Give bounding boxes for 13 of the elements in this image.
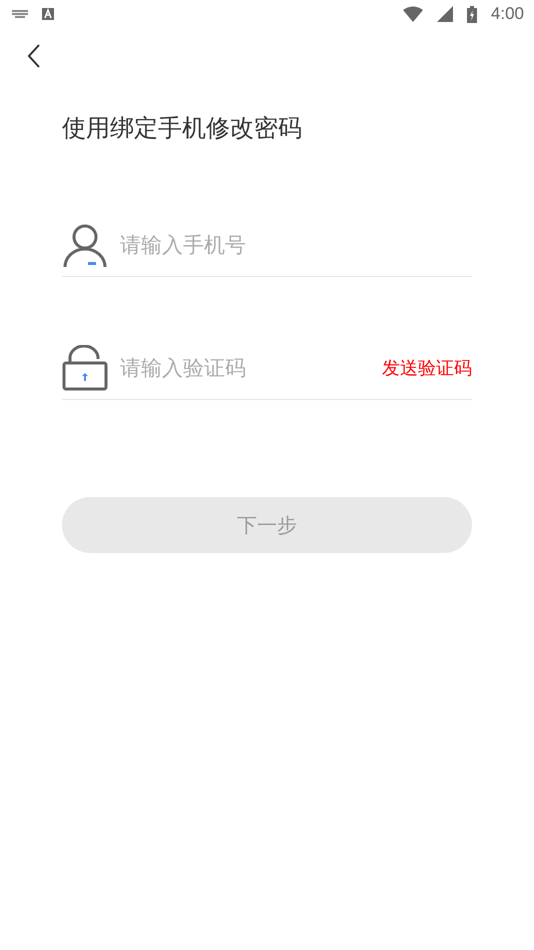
page-title: 使用绑定手机修改密码	[62, 113, 303, 144]
wifi-icon	[402, 6, 423, 22]
text-input-icon	[42, 8, 54, 20]
status-time: 4:00	[490, 4, 524, 24]
battery-icon	[466, 6, 477, 22]
send-code-button[interactable]: 发送验证码	[382, 356, 472, 380]
code-input-field[interactable]: 请输入验证码	[120, 348, 370, 388]
lock-icon	[62, 345, 108, 391]
back-icon	[27, 44, 41, 68]
phone-input-field[interactable]: 请输入手机号	[120, 225, 472, 265]
keyboard-icon	[12, 10, 28, 18]
user-icon	[62, 222, 108, 268]
signal-icon	[436, 6, 453, 22]
